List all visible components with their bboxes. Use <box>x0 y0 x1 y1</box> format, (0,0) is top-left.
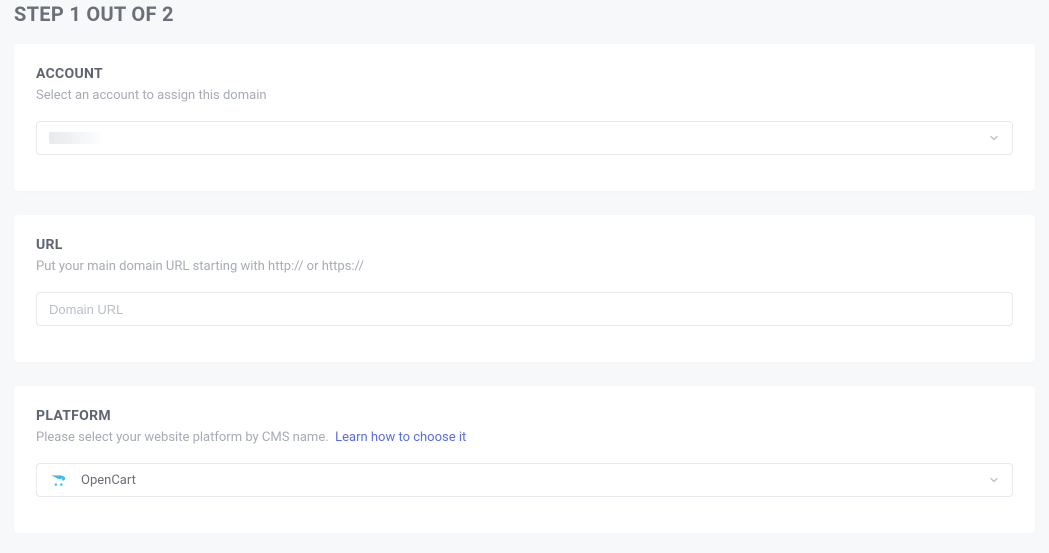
chevron-down-icon <box>988 474 1000 486</box>
learn-how-link[interactable]: Learn how to choose it <box>335 430 466 445</box>
url-input-wrapper[interactable] <box>36 292 1013 326</box>
url-input[interactable] <box>49 293 1000 325</box>
account-label: ACCOUNT <box>36 66 1013 82</box>
account-desc: Select an account to assign this domain <box>36 88 1013 103</box>
url-label: URL <box>36 237 1013 253</box>
platform-card: PLATFORM Please select your website plat… <box>14 386 1035 533</box>
opencart-icon <box>49 473 69 487</box>
account-selected-value <box>49 132 105 144</box>
platform-desc-text: Please select your website platform by C… <box>36 430 329 445</box>
platform-selected-value: OpenCart <box>81 473 988 488</box>
platform-desc: Please select your website platform by C… <box>36 430 1013 445</box>
step-title: STEP 1 OUT OF 2 <box>14 0 1035 26</box>
platform-select[interactable]: OpenCart <box>36 463 1013 497</box>
url-desc: Put your main domain URL starting with h… <box>36 259 1013 274</box>
platform-label: PLATFORM <box>36 408 1013 424</box>
chevron-down-icon <box>988 132 1000 144</box>
account-card: ACCOUNT Select an account to assign this… <box>14 44 1035 191</box>
account-select[interactable] <box>36 121 1013 155</box>
url-card: URL Put your main domain URL starting wi… <box>14 215 1035 362</box>
